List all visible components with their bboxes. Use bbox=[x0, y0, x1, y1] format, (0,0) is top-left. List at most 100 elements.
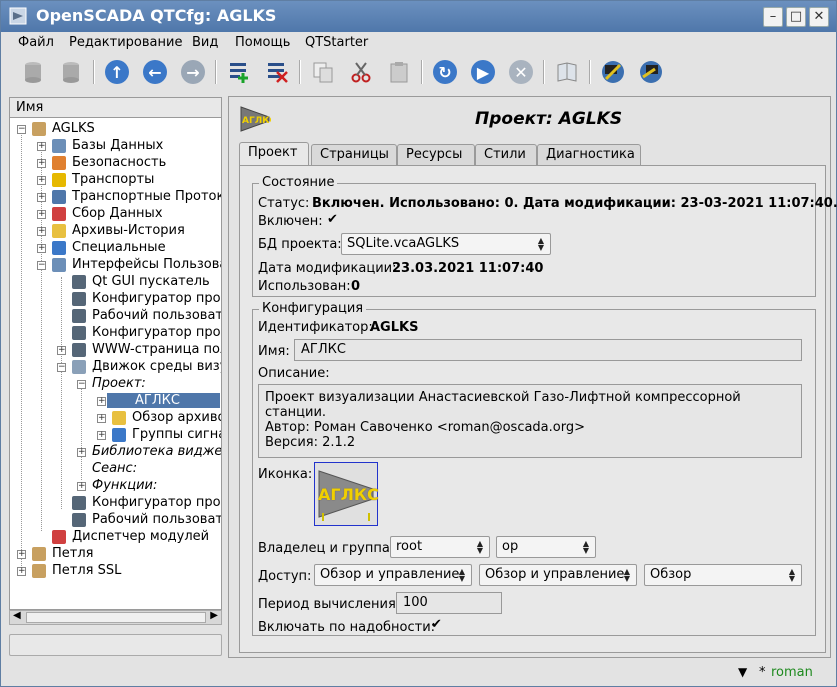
horizontal-scrollbar[interactable]: ◀ ▶ bbox=[9, 610, 222, 625]
tree-node-alarm-groups[interactable]: + Группы сигнализации bbox=[10, 427, 221, 444]
expand-icon[interactable]: + bbox=[97, 397, 106, 406]
collapse-icon[interactable]: − bbox=[77, 380, 86, 389]
owner-select[interactable]: root ▲ ▼ bbox=[390, 536, 490, 558]
config-group-title: Конфигурация bbox=[259, 301, 367, 316]
db-select[interactable]: SQLite.vcaAGLKS ▲ ▼ bbox=[341, 233, 551, 255]
db-save-icon[interactable] bbox=[57, 58, 85, 86]
vision-icon[interactable] bbox=[637, 58, 665, 86]
expand-icon[interactable]: + bbox=[97, 414, 106, 423]
qtcfg-icon[interactable] bbox=[599, 58, 627, 86]
expand-icon[interactable]: + bbox=[37, 176, 46, 185]
menu-view[interactable]: Вид bbox=[192, 35, 218, 50]
period-label: Период вычисления: bbox=[258, 597, 401, 612]
tree-node-transport-protocols[interactable]: + Транспортные Протоколы bbox=[10, 189, 221, 206]
tree-node-www-page[interactable]: + WWW-страница пользователя bbox=[10, 342, 221, 359]
tree-node-loop-ssl[interactable]: + Петля SSL bbox=[10, 563, 221, 580]
close-button[interactable]: ✕ bbox=[809, 7, 829, 27]
expand-icon[interactable]: + bbox=[37, 193, 46, 202]
expand-icon[interactable]: + bbox=[37, 244, 46, 253]
ondemand-checkbox[interactable]: ✔ bbox=[430, 618, 443, 632]
menu-help[interactable]: Помощь bbox=[235, 35, 290, 50]
tab-pages[interactable]: Страницы bbox=[311, 144, 397, 165]
expand-icon[interactable]: + bbox=[97, 431, 106, 440]
tree-node-security[interactable]: + Безопасность bbox=[10, 155, 221, 172]
maximize-button[interactable]: □ bbox=[786, 7, 806, 27]
db-label: БД проекта: bbox=[258, 237, 342, 252]
up-icon[interactable]: ↑ bbox=[103, 58, 131, 86]
expand-icon[interactable]: + bbox=[37, 210, 46, 219]
status-user[interactable]: roman bbox=[771, 665, 813, 680]
tree-node-configurator-3[interactable]: Конфигуратор программы bbox=[10, 495, 221, 512]
tree-node-user-runtime[interactable]: Рабочий пользователь bbox=[10, 308, 221, 325]
tree-node-project-folder[interactable]: − Проект: bbox=[10, 376, 221, 393]
tree-node-aglks[interactable]: − AGLKS bbox=[10, 121, 221, 138]
tree-node-aglks-project[interactable]: + АГЛКС bbox=[10, 393, 221, 410]
tree-node-functions[interactable]: + Функции: bbox=[10, 478, 221, 495]
tree-node-configurator[interactable]: Конфигуратор программы bbox=[10, 291, 221, 308]
tree-node-special[interactable]: + Специальные bbox=[10, 240, 221, 257]
access-group-select[interactable]: Обзор и управление ▲ ▼ bbox=[479, 564, 637, 586]
refresh-icon[interactable]: ↻ bbox=[431, 58, 459, 86]
expand-icon[interactable]: + bbox=[37, 227, 46, 236]
tree-node-configurator-2[interactable]: Конфигуратор программы bbox=[10, 325, 221, 342]
tree-node-archives[interactable]: + Архивы-История bbox=[10, 223, 221, 240]
tab-styles[interactable]: Стили bbox=[475, 144, 537, 165]
tree-node-session[interactable]: Сеанс: bbox=[10, 461, 221, 478]
tree-node-transports[interactable]: + Транспорты bbox=[10, 172, 221, 189]
tree-node-label: Рабочий пользователь bbox=[92, 308, 222, 323]
tree-node-user-interfaces[interactable]: − Интерфейсы Пользователя bbox=[10, 257, 221, 274]
tree-node-user-runtime-2[interactable]: Рабочий пользователь bbox=[10, 512, 221, 529]
delete-item-icon[interactable] bbox=[263, 58, 291, 86]
minimize-button[interactable]: – bbox=[763, 7, 783, 27]
expand-icon[interactable]: + bbox=[57, 346, 66, 355]
access-other-select[interactable]: Обзор ▲ ▼ bbox=[644, 564, 802, 586]
menu-file[interactable]: Файл bbox=[18, 35, 54, 50]
tree-node-widget-library[interactable]: + Библиотека виджетов: bbox=[10, 444, 221, 461]
tab-resources[interactable]: Ресурсы bbox=[397, 144, 475, 165]
menu-bar: Файл Редактирование Вид Помощь QTStarter bbox=[1, 32, 836, 54]
collapse-icon[interactable]: − bbox=[57, 363, 66, 372]
tree-node-module-manager[interactable]: Диспетчер модулей bbox=[10, 529, 221, 546]
info-field[interactable] bbox=[9, 634, 222, 656]
expand-icon[interactable]: + bbox=[37, 159, 46, 168]
tree-node-icon bbox=[52, 207, 66, 221]
tree-node-data-acquisition[interactable]: + Сбор Данных bbox=[10, 206, 221, 223]
tab-project[interactable]: Проект bbox=[239, 142, 309, 166]
menu-edit[interactable]: Редактирование bbox=[69, 35, 182, 50]
tree-view[interactable]: − AGLKS + Базы Данных + Безопасность + Транспор… bbox=[9, 118, 222, 610]
expand-icon[interactable]: + bbox=[77, 482, 86, 491]
stop-icon[interactable]: ✕ bbox=[507, 58, 535, 86]
expand-icon[interactable]: + bbox=[77, 448, 86, 457]
start-icon[interactable]: ▶ bbox=[469, 58, 497, 86]
expand-icon[interactable]: + bbox=[17, 550, 26, 559]
tree-node-vision-engine[interactable]: − Движок среды визуализации bbox=[10, 359, 221, 376]
tree-node-loop[interactable]: + Петля bbox=[10, 546, 221, 563]
manual-icon[interactable] bbox=[553, 58, 581, 86]
collapse-icon[interactable]: − bbox=[17, 125, 26, 134]
enabled-checkbox[interactable]: ✔ bbox=[326, 213, 339, 227]
paste-icon[interactable] bbox=[385, 58, 413, 86]
status-dropdown-icon[interactable]: ▼ bbox=[738, 665, 747, 679]
tree-node-archive-view[interactable]: + Обзор архивов bbox=[10, 410, 221, 427]
expand-icon[interactable]: + bbox=[17, 567, 26, 576]
collapse-icon[interactable]: − bbox=[37, 261, 46, 270]
add-item-icon[interactable] bbox=[225, 58, 253, 86]
name-input[interactable]: АГЛКС bbox=[294, 339, 802, 361]
tree-node-databases[interactable]: + Базы Данных bbox=[10, 138, 221, 155]
cut-icon[interactable] bbox=[347, 58, 375, 86]
access-owner-select[interactable]: Обзор и управление ▲ ▼ bbox=[314, 564, 472, 586]
tree-column-header[interactable]: Имя bbox=[9, 97, 222, 118]
back-icon[interactable]: ← bbox=[141, 58, 169, 86]
tree-node-qt-starter[interactable]: Qt GUI пускатель bbox=[10, 274, 221, 291]
description-textarea[interactable]: Проект визуализации Анастасиевской Газо-… bbox=[258, 384, 802, 458]
period-input[interactable]: 100 bbox=[396, 592, 502, 614]
copy-icon[interactable] bbox=[309, 58, 337, 86]
group-select[interactable]: op ▲ ▼ bbox=[496, 536, 596, 558]
db-load-icon[interactable] bbox=[19, 58, 47, 86]
tab-diagnostics[interactable]: Диагностика bbox=[537, 144, 641, 165]
project-icon-picker[interactable]: АГЛКС bbox=[314, 462, 379, 526]
menu-qtstarter[interactable]: QTStarter bbox=[305, 35, 368, 50]
expand-icon[interactable]: + bbox=[37, 142, 46, 151]
forward-icon[interactable]: → bbox=[179, 58, 207, 86]
tree-node-label: Сбор Данных bbox=[72, 206, 163, 221]
